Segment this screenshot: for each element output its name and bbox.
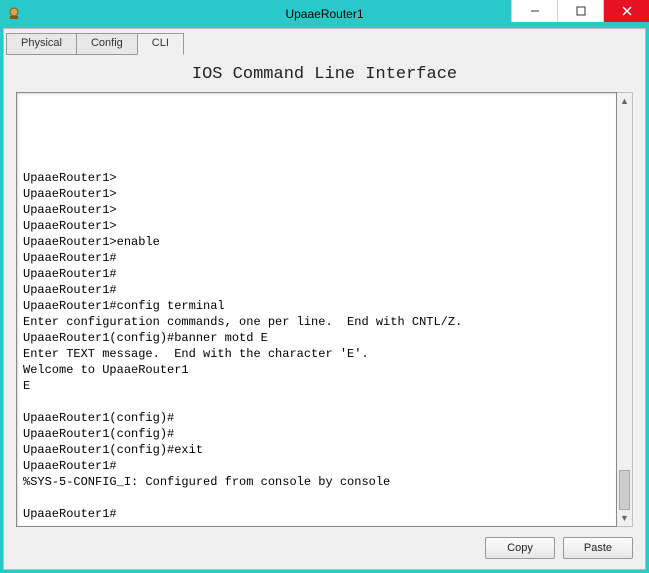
paste-button[interactable]: Paste <box>563 537 633 559</box>
maximize-button[interactable] <box>557 0 603 22</box>
titlebar[interactable]: UpaaeRouter1 <box>0 0 649 28</box>
tab-cli[interactable]: CLI <box>137 33 184 55</box>
tab-config[interactable]: Config <box>76 33 138 55</box>
tab-strip: Physical Config CLI <box>6 33 645 55</box>
tab-physical[interactable]: Physical <box>6 33 77 55</box>
minimize-button[interactable] <box>511 0 557 22</box>
terminal-scrollbar[interactable]: ▲ ▼ <box>617 92 633 527</box>
scroll-track[interactable] <box>617 109 632 510</box>
content-area: Physical Config CLI IOS Command Line Int… <box>3 28 646 570</box>
close-button[interactable] <box>603 0 649 22</box>
app-window: UpaaeRouter1 Physical Config CLI IOS Com… <box>0 0 649 573</box>
cli-heading: IOS Command Line Interface <box>4 65 645 84</box>
terminal-text: UpaaeRouter1> UpaaeRouter1> UpaaeRouter1… <box>23 170 610 522</box>
terminal-container: UpaaeRouter1> UpaaeRouter1> UpaaeRouter1… <box>16 92 633 527</box>
button-row: Copy Paste <box>4 535 645 569</box>
terminal-output[interactable]: UpaaeRouter1> UpaaeRouter1> UpaaeRouter1… <box>16 92 617 527</box>
scroll-up-arrow[interactable]: ▲ <box>617 93 632 109</box>
window-controls <box>511 0 649 22</box>
scroll-thumb[interactable] <box>619 470 630 510</box>
scroll-down-arrow[interactable]: ▼ <box>617 510 632 526</box>
copy-button[interactable]: Copy <box>485 537 555 559</box>
tab-divider <box>2 25 647 26</box>
